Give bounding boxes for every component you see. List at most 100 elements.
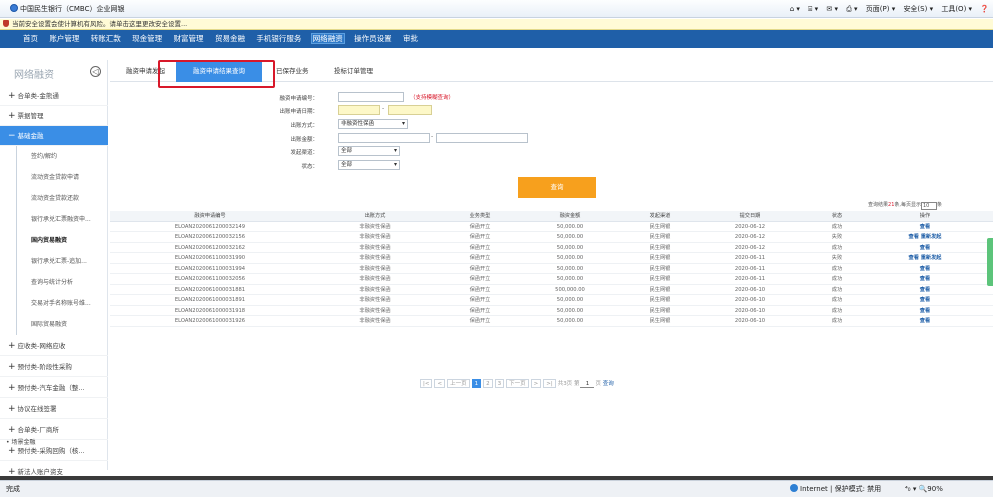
page-size-select[interactable]: 10 [920, 202, 937, 210]
sidebar-item[interactable]: + 应收类-网络应收 [0, 336, 108, 356]
sidebar-item[interactable]: + 预付类-阶段性采购 [0, 357, 108, 377]
browser-tab[interactable]: 中国民生银行（CMBC）企业网银 [10, 4, 125, 14]
next-arrow-button[interactable]: > [530, 379, 542, 388]
row-action-link[interactable]: 查看 [895, 222, 955, 232]
nav-trade[interactable]: 贸易金融 [214, 34, 246, 43]
sidebar-item[interactable]: + 票据管理 [0, 106, 108, 126]
floating-service-tab[interactable] [987, 238, 993, 286]
column-header: 提交日期 [739, 213, 761, 219]
next-page-button[interactable]: 下一页 [506, 379, 529, 388]
page-menu[interactable]: 页面(P) ▾ [866, 5, 895, 13]
sidebar-item[interactable]: + 预付类-汽车金融（整... [0, 378, 108, 398]
table-cell-date: 2020-06-11 [734, 265, 766, 272]
table-cell-amount: 50,000.00 [556, 297, 584, 303]
table-cell-method: 非融资性保函 [359, 244, 391, 251]
amount-max-input[interactable] [436, 133, 528, 143]
row-action-link[interactable]: 查看 重新发起 [895, 232, 955, 242]
nav-wealth[interactable]: 财富管理 [173, 34, 205, 43]
row-action-link[interactable]: 查看 [895, 243, 955, 253]
tools-menu[interactable]: 工具(O) ▾ [941, 5, 972, 13]
sidebar-item[interactable]: • 场景金融 [6, 437, 35, 446]
nav-cash[interactable]: 现金管理 [131, 34, 163, 43]
table-cell-channel: 民生网银 [649, 307, 671, 314]
nav-operator[interactable]: 操作员设置 [353, 34, 393, 43]
amount-sep: - [431, 133, 434, 140]
sidebar-subitem[interactable]: 交易对手名称账号维... [16, 293, 108, 314]
prev-arrow-button[interactable]: < [434, 379, 446, 388]
date-end-input[interactable] [388, 105, 432, 115]
sidebar-subitem[interactable]: 银行承兑汇票-追加... [16, 251, 108, 272]
table-cell-method: 非融资性保函 [359, 265, 391, 272]
table-cell-channel: 民生网银 [649, 234, 671, 240]
collapse-icon[interactable]: ◁ [90, 66, 101, 77]
security-infobar[interactable]: 当前安全设置会使计算机有风险。请单击这里更改安全设置... [0, 19, 993, 30]
sidebar-subitem[interactable]: 国际贸易融资 [16, 314, 108, 335]
goto-prefix: 第 [573, 381, 580, 387]
label-app-no: 融资申请编号： [279, 96, 318, 102]
nav-account[interactable]: 账户管理 [48, 34, 80, 43]
table-cell-date: 2020-06-10 [734, 297, 766, 303]
row-action-link[interactable]: 查看 [895, 306, 955, 316]
channel-select[interactable]: 全部 [338, 146, 400, 156]
nav-mobile[interactable]: 手机银行服务 [255, 34, 302, 43]
page-1[interactable]: 1 [471, 379, 482, 388]
goto-button[interactable]: 查询 [603, 381, 614, 387]
sidebar-subitem[interactable]: 国内贸易融资 [16, 230, 108, 251]
print-icon[interactable]: ⎙ ▾ [846, 5, 857, 13]
label-channel: 发起渠道： [290, 150, 318, 156]
date-start-input[interactable] [338, 105, 380, 115]
table-row: ELOAN2020061100032056 非融资性保函 保函开立 50,000.00… [110, 274, 993, 285]
help-icon[interactable]: ❓ [980, 5, 989, 13]
nav-transfer[interactable]: 转账汇款 [90, 34, 122, 43]
column-header: 状态 [831, 213, 843, 219]
first-page-button[interactable]: |< [420, 379, 433, 388]
ie-icon [10, 4, 18, 12]
row-action-link[interactable]: 查看 [895, 295, 955, 305]
tab-saved[interactable]: 已保存业务 [276, 60, 309, 82]
goto-page-input[interactable]: 1 [580, 381, 595, 388]
safety-menu[interactable]: 安全(S) ▾ [903, 5, 933, 13]
sidebar-item[interactable]: + 合单类-金熊通 [0, 86, 108, 106]
feeds-icon[interactable]: ⌸ ▾ [808, 5, 818, 13]
plus-icon: + [8, 91, 16, 101]
table-cell-amount: 50,000.00 [556, 276, 584, 282]
home-icon[interactable]: ⌂ ▾ [790, 5, 800, 13]
table-cell-method: 非融资性保函 [359, 234, 391, 240]
table-row: ELOAN2020061000031891 非融资性保函 保函开立 50,000.00… [110, 295, 993, 306]
sidebar-subitem[interactable]: 流动资金贷款申请 [16, 167, 108, 188]
page-3[interactable]: 3 [494, 379, 505, 388]
label-status: 状态： [301, 164, 318, 170]
tab-bid-orders[interactable]: 投标订单管理 [334, 60, 373, 82]
sidebar-subitem[interactable]: 签约/解约 [16, 146, 108, 167]
row-action-link[interactable]: 查看 重新发起 [895, 253, 955, 263]
table-row: ELOAN2020061200032149 非融资性保函 保函开立 50,000.00… [110, 222, 993, 232]
table-cell-method: 非融资性保函 [359, 286, 391, 293]
amount-min-input[interactable] [338, 133, 430, 143]
row-action-link[interactable]: 查看 [895, 316, 955, 326]
sidebar-item-active[interactable]: − 基础金融 [0, 126, 108, 146]
nav-approval[interactable]: 审批 [402, 34, 419, 43]
nav-home[interactable]: 首页 [22, 34, 39, 43]
zoom-control[interactable]: ⁴₀ ▾ 🔍90% [905, 481, 943, 497]
table-cell-amount: 50,000.00 [556, 307, 584, 314]
last-page-button[interactable]: >| [543, 379, 556, 388]
sidebar-subitem[interactable]: 流动资金贷款还款 [16, 188, 108, 209]
row-action-link[interactable]: 查看 [895, 285, 955, 295]
row-action-link[interactable]: 查看 [895, 274, 955, 284]
status-select[interactable]: 全部 [338, 160, 400, 170]
sidebar-subitem[interactable]: 银行承兑汇票融资申... [16, 209, 108, 230]
app-no-input[interactable] [338, 92, 404, 102]
method-select[interactable]: 非融资性保函 [338, 119, 408, 129]
row-action-link[interactable]: 查看 [895, 264, 955, 274]
sidebar-subitem[interactable]: 查询与统计分析 [16, 272, 108, 293]
mail-icon[interactable]: ✉ ▾ [826, 5, 838, 13]
query-button[interactable]: 查询 [518, 177, 596, 198]
fuzzy-hint: （支持模糊查询） [410, 95, 455, 101]
page-2[interactable]: 2 [483, 379, 493, 388]
table-cell-type: 保函开立 [469, 276, 491, 282]
table-cell-method: 非融资性保函 [359, 307, 391, 314]
prev-page-button[interactable]: 上一页 [447, 379, 470, 388]
sidebar-item[interactable]: + 协议在线签署 [0, 399, 108, 419]
sidebar-item-label: 合单类-厂商所 [17, 426, 59, 434]
nav-online-financing[interactable]: 网络融资 [310, 33, 345, 44]
